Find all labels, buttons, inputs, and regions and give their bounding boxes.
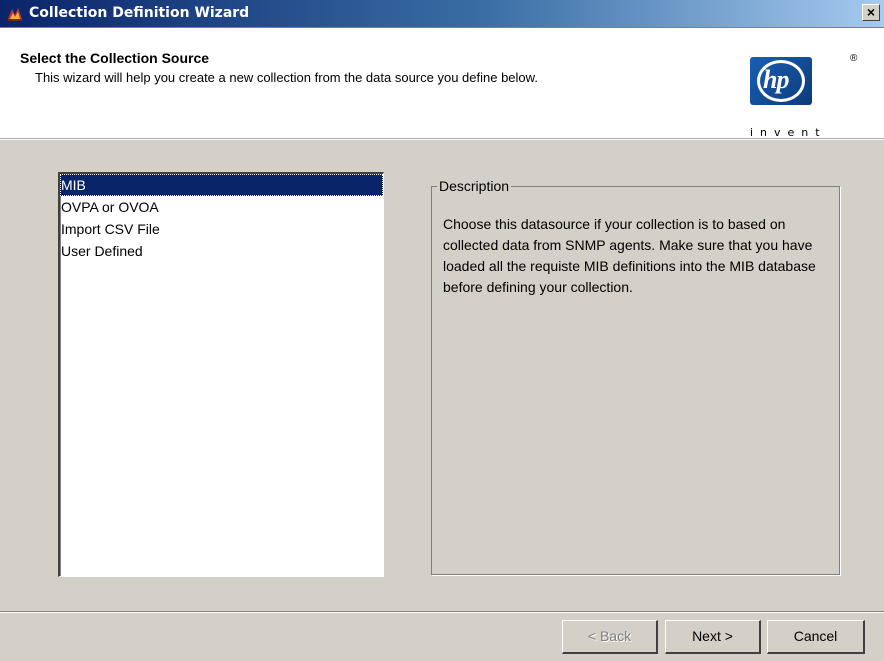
close-button[interactable]: ×: [862, 4, 880, 21]
window-title: Collection Definition Wizard: [29, 5, 250, 21]
source-list[interactable]: MIB OVPA or OVOA Import CSV File User De…: [58, 172, 384, 577]
hp-logo-tagline: invent: [750, 126, 827, 139]
footer-divider: [0, 611, 884, 613]
list-item-user-defined[interactable]: User Defined: [60, 240, 383, 262]
page-subtitle: This wizard will help you create a new c…: [35, 70, 538, 85]
description-text: Choose this datasource if your collectio…: [443, 216, 816, 295]
registered-mark: ®: [850, 53, 858, 64]
back-button[interactable]: < Back: [562, 620, 658, 654]
list-item-mib[interactable]: MIB: [60, 174, 383, 196]
close-icon: ×: [866, 4, 876, 20]
hp-logo-box: hp: [750, 57, 812, 105]
app-icon: [8, 8, 22, 21]
next-button[interactable]: Next >: [665, 620, 761, 654]
description-legend: Description: [437, 178, 512, 194]
title-bar[interactable]: Collection Definition Wizard ×: [0, 0, 884, 28]
list-item-import-csv[interactable]: Import CSV File: [60, 218, 383, 240]
wizard-header: Select the Collection Source This wizard…: [0, 28, 884, 140]
list-item-ovpa-ovoa[interactable]: OVPA or OVOA: [60, 196, 383, 218]
hp-logo: hp ® invent: [750, 45, 865, 155]
page-title: Select the Collection Source: [20, 50, 210, 66]
hp-logo-mark: hp: [763, 65, 789, 94]
cancel-button[interactable]: Cancel: [767, 620, 865, 654]
